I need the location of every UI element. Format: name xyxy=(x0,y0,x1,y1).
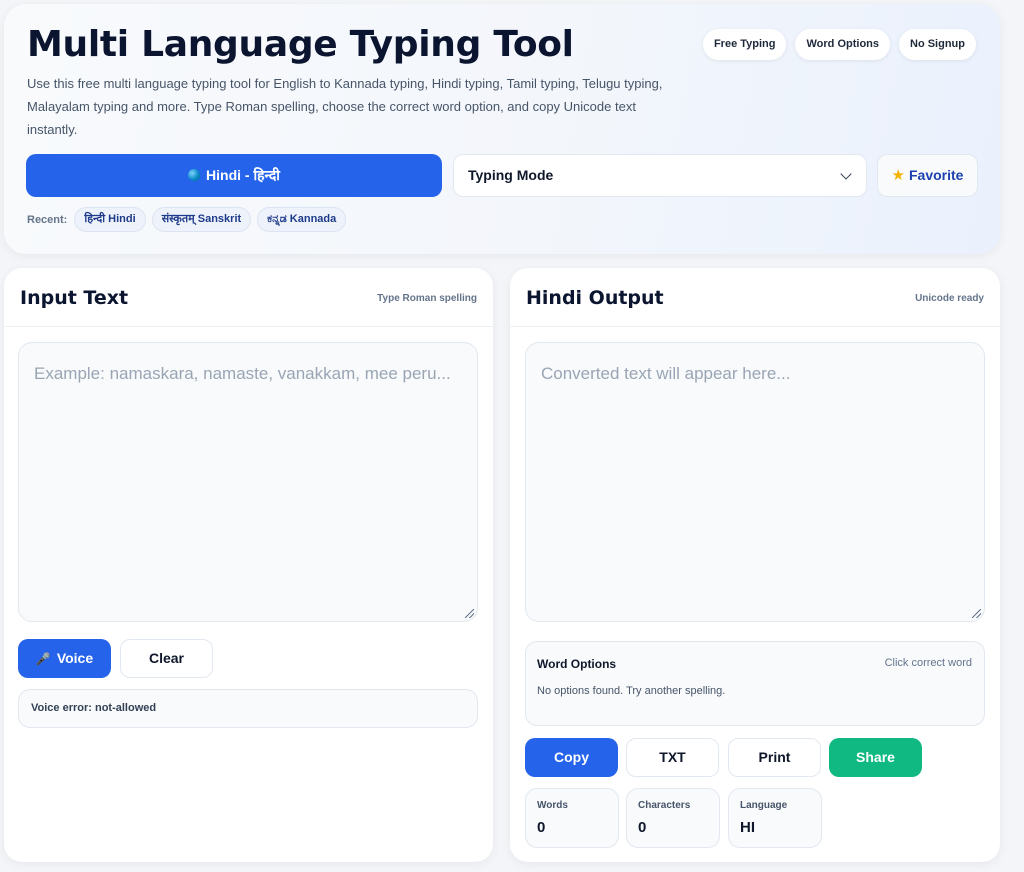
word-options-title: Word Options xyxy=(537,657,617,671)
voice-status-message: Voice error: not-allowed xyxy=(18,689,478,728)
hero-header: Multi Language Typing Tool Use this free… xyxy=(4,4,1000,254)
resize-grip-icon[interactable] xyxy=(465,609,474,618)
resize-grip-icon[interactable] xyxy=(972,609,981,618)
input-panel: Input Text Type Roman spelling Example: … xyxy=(4,268,493,862)
stat-characters: Characters 0 xyxy=(626,788,720,848)
input-placeholder: Example: namaskara, namaste, vanakkam, m… xyxy=(34,364,451,383)
copy-button[interactable]: Copy xyxy=(525,738,618,777)
feature-pills: Free Typing Word Options No Signup xyxy=(702,29,976,60)
output-panel-hint: Unicode ready xyxy=(915,293,984,304)
stat-words: Words 0 xyxy=(525,788,619,848)
language-button-label: Hindi - हिन्दी xyxy=(206,167,280,183)
typing-mode-label: Typing Mode xyxy=(468,167,554,183)
share-button[interactable]: Share xyxy=(829,738,922,777)
pill-word-options: Word Options xyxy=(795,29,890,60)
page-description: Use this free multi language typing tool… xyxy=(27,76,663,137)
input-panel-title: Input Text xyxy=(20,287,129,309)
voice-button[interactable]: 🎤 Voice xyxy=(18,639,111,678)
stat-value: HI xyxy=(740,819,755,836)
microphone-icon: 🎤 xyxy=(35,652,51,666)
output-panel-header: Hindi Output Unicode ready xyxy=(510,268,1000,327)
word-options-message: No options found. Try another spelling. xyxy=(537,685,726,697)
stat-label: Language xyxy=(740,800,788,811)
clear-button[interactable]: Clear xyxy=(120,639,213,678)
recent-chip-kannada[interactable]: ಕನ್ನಡ Kannada xyxy=(257,207,347,232)
recent-chip-sanskrit[interactable]: संस्कृतम् Sanskrit xyxy=(151,207,252,232)
page-title: Multi Language Typing Tool xyxy=(27,24,574,65)
globe-icon xyxy=(188,169,201,181)
txt-download-button[interactable]: TXT xyxy=(626,738,719,777)
typing-mode-select[interactable]: Typing Mode xyxy=(453,154,867,197)
output-textarea[interactable]: Converted text will appear here... xyxy=(525,342,985,622)
word-options-hint: Click correct word xyxy=(884,657,972,669)
print-button[interactable]: Print xyxy=(728,738,821,777)
recent-chip-hindi[interactable]: हिन्दी Hindi xyxy=(74,207,146,232)
output-placeholder: Converted text will appear here... xyxy=(541,364,791,383)
word-options-box: Word Options Click correct word No optio… xyxy=(525,641,985,726)
stat-label: Words xyxy=(537,800,568,811)
chevron-down-icon xyxy=(840,168,852,180)
favorite-button[interactable]: ★ Favorite xyxy=(877,154,978,197)
input-textarea[interactable]: Example: namaskara, namaste, vanakkam, m… xyxy=(18,342,478,622)
pill-free-typing: Free Typing xyxy=(702,29,787,60)
pill-no-signup: No Signup xyxy=(899,29,976,60)
star-icon: ★ xyxy=(891,167,905,184)
stat-label: Characters xyxy=(638,800,691,811)
favorite-label: Favorite xyxy=(908,167,964,183)
stat-value: 0 xyxy=(537,819,546,836)
voice-label: Voice xyxy=(56,650,94,666)
stat-value: 0 xyxy=(638,819,647,836)
stat-language: Language HI xyxy=(728,788,822,848)
input-panel-header: Input Text Type Roman spelling xyxy=(4,268,493,327)
language-select-button[interactable]: Hindi - हिन्दी xyxy=(26,154,442,197)
recent-languages: Recent: हिन्दी Hindi संस्कृतम् Sanskrit … xyxy=(27,207,347,232)
input-panel-hint: Type Roman spelling xyxy=(377,293,477,304)
recent-label: Recent: xyxy=(27,213,68,226)
output-panel-title: Hindi Output xyxy=(526,287,664,309)
output-panel: Hindi Output Unicode ready Converted tex… xyxy=(510,268,1000,862)
